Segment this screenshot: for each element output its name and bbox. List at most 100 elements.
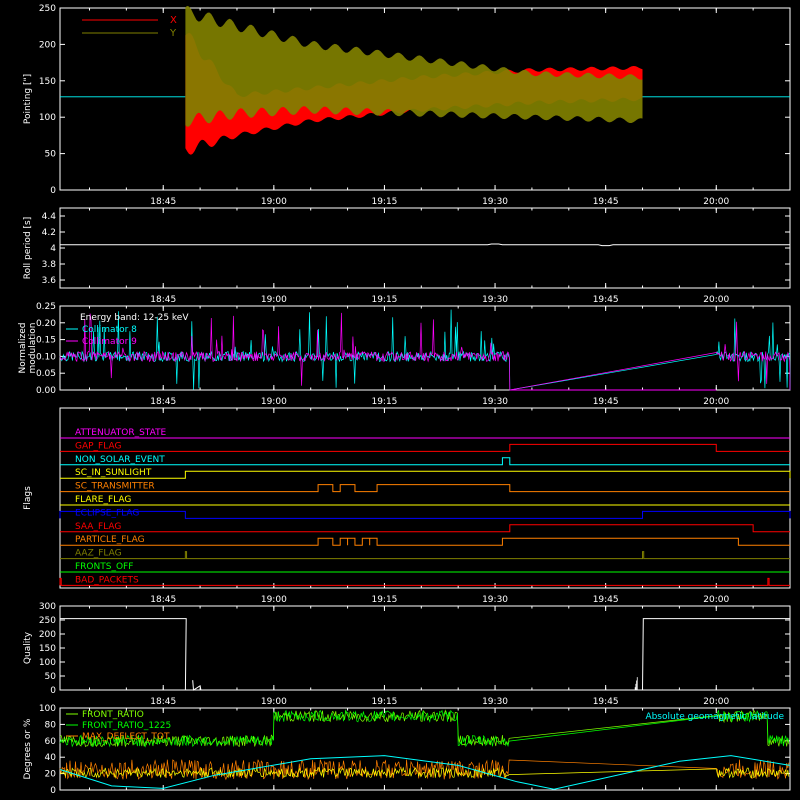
modulation-series-9: [59, 312, 791, 391]
quality-y-tick-label: 250: [39, 616, 56, 626]
ratio-legend-label: FRONT_RATIO_1225: [82, 721, 171, 731]
roll-x-tick-label: 19:30: [482, 295, 508, 305]
flag-line-aaz-flag: [60, 551, 790, 560]
ratio-legend-label: FRONT_RATIO: [82, 710, 144, 720]
ratios-y-tick-label: 100: [39, 704, 56, 714]
modulation-x-tick-label: 19:15: [371, 397, 397, 407]
modulation-y-tick-label: 0.25: [36, 302, 56, 312]
pointing-y-tick-label: 50: [45, 150, 57, 160]
flag-label-saa-flag: SAA_FLAG: [75, 522, 121, 532]
pointing-x-tick-label: 20:00: [703, 197, 729, 207]
ratios-ylabel: Degrees or %: [23, 718, 33, 779]
flag-label-particle-flag: PARTICLE_FLAG: [75, 535, 145, 545]
modulation-y-tick-label: 0.15: [36, 336, 56, 346]
flags-x-tick-label: 19:15: [371, 595, 397, 605]
flag-line-sc-transmitter: [60, 484, 790, 493]
quality-y-tick-label: 150: [39, 644, 56, 654]
pointing-x-tick-label: 19:00: [261, 197, 287, 207]
quality-x-tick-label: 18:45: [150, 697, 176, 707]
ratio-series-max-deflect-tot: [59, 759, 790, 781]
flags-x-tick-label: 19:00: [261, 595, 287, 605]
modulation-ylabel: modulation: [28, 323, 38, 374]
flag-line-non-solar-event: [60, 457, 790, 466]
flag-label-gap-flag: GAP_FLAG: [75, 441, 121, 451]
quality-x-tick-label: 19:15: [371, 697, 397, 707]
ratio-legend-label: MAX_DEFLECT_TOT: [82, 732, 170, 742]
flags-x-tick-label: 19:45: [593, 595, 619, 605]
pointing-x-tick-label: 18:45: [150, 197, 176, 207]
quality-y-tick-label: 50: [45, 672, 57, 682]
flag-label-sc-transmitter: SC_TRANSMITTER: [75, 482, 155, 492]
modulation-x-tick-label: 18:45: [150, 397, 176, 407]
flag-line-bad-packets: [59, 577, 790, 586]
roll-y-tick-label: 4.2: [42, 228, 56, 238]
modulation-x-tick-label: 19:00: [261, 397, 287, 407]
pointing-legend-label: X: [170, 15, 177, 26]
roll-y-tick-label: 4: [50, 244, 56, 254]
ratios-y-tick-label: 20: [45, 770, 57, 780]
modulation-ylabel: Normalized: [18, 322, 28, 373]
quality-panel: 18:45 19:00 19:15 19:30 19:45 20:00 0 50 100 150 2…: [23, 602, 791, 707]
roll-panel: 18:45 19:00 19:15 19:30 19:45 20:00 3.6 3.8 4 4.2…: [23, 207, 791, 305]
modulation-x-tick-label: 20:00: [703, 397, 729, 407]
pointing-panel: 18:45 19:00 19:15 19:30 19:45 20:00 0 50 100 150 2…: [23, 4, 791, 207]
roll-x-tick-label: 18:45: [150, 295, 176, 305]
roll-y-tick-label: 3.8: [42, 260, 57, 270]
flags-x-tick-label: 20:00: [703, 595, 729, 605]
roll-ylabel: Roll period [s]: [23, 217, 33, 279]
pointing-x-tick-label: 19:30: [482, 197, 508, 207]
ratio-legend-latitude-label: Absolute geomagnetic latitude: [645, 712, 784, 722]
flags-x-tick-label: 19:30: [482, 595, 508, 605]
flag-label-eclipse-flag: ECLIPSE_FLAG: [75, 508, 139, 518]
roll-y-tick-label: 4.4: [42, 212, 57, 222]
pointing-y-tick-label: 100: [39, 113, 56, 123]
pointing-y-tick-label: 250: [39, 4, 56, 14]
flag-label-non-solar-event: NON_SOLAR_EVENT: [75, 455, 165, 465]
quality-x-tick-label: 19:45: [593, 697, 619, 707]
flag-label-fronts-off: FRONTS_OFF: [75, 562, 133, 572]
ratios-y-tick-label: 40: [45, 753, 57, 763]
modulation-legend-label: Collimator 8: [82, 325, 137, 335]
flags-ylabel: Flags: [23, 486, 33, 510]
pointing-y-tick-label: 0: [50, 186, 56, 196]
quality-x-tick-label: 19:00: [261, 697, 287, 707]
modulation-y-tick-label: 0.10: [36, 352, 56, 362]
ratios-y-tick-label: 0: [50, 786, 56, 796]
roll-x-tick-label: 19:15: [371, 295, 397, 305]
quality-y-tick-label: 100: [39, 658, 56, 668]
flags-panel: 18:45 19:00 19:15 19:30 19:45 20:00 Flags ATTEN…: [23, 407, 791, 605]
quality-x-tick-label: 20:00: [703, 697, 729, 707]
pointing-y-tick-label: 200: [39, 40, 56, 50]
quality-y-tick-label: 200: [39, 630, 56, 640]
flag-line-saa-flag: [60, 524, 790, 533]
flags-x-tick-label: 18:45: [150, 595, 176, 605]
modulation-legend-label: Collimator 9: [82, 337, 137, 347]
pointing-x-tick-label: 19:45: [593, 197, 619, 207]
flag-label-attenuator-state: ATTENUATOR_STATE: [75, 428, 167, 438]
roll-period-line: [60, 243, 790, 247]
roll-frame: [59, 207, 791, 289]
modulation-y-tick-label: 0.00: [36, 386, 56, 396]
ratios-y-tick-label: 80: [45, 720, 57, 730]
quality-x-tick-label: 19:30: [482, 697, 508, 707]
quality-y-tick-label: 0: [50, 686, 56, 696]
flag-line-sc-in-sunlight: [60, 470, 791, 479]
roll-x-tick-label: 19:45: [593, 295, 619, 305]
pointing-x-tick-label: 19:15: [371, 197, 397, 207]
modulation-y-tick-label: 0.20: [36, 319, 56, 329]
flags-frame: [59, 407, 791, 589]
modulation-y-tick-label: 0.05: [36, 369, 56, 379]
flag-label-bad-packets: BAD_PACKETS: [75, 575, 139, 585]
multi-panel-timeseries-chart: 18:45 19:00 19:15 19:30 19:45 20:00 0 50 100 150 2…: [18, 4, 791, 796]
quality-line: [60, 618, 790, 691]
flag-label-aaz-flag: AAZ_FLAG: [75, 549, 122, 559]
modulation-x-tick-label: 19:45: [593, 397, 619, 407]
flag-line-gap-flag: [60, 443, 790, 452]
quality-ylabel: Quality: [23, 631, 33, 664]
modulation-panel: 18:45 19:00 19:15 19:30 19:45 20:00 0.00 0.05 0.…: [18, 302, 791, 407]
quality-y-tick-label: 300: [39, 602, 56, 612]
flag-label-flare-flag: FLARE_FLAG: [75, 495, 131, 505]
flag-line-eclipse-flag: [59, 510, 791, 519]
pointing-y-tick-label: 150: [39, 77, 56, 87]
pointing-ylabel: Pointing ["]: [23, 74, 33, 124]
